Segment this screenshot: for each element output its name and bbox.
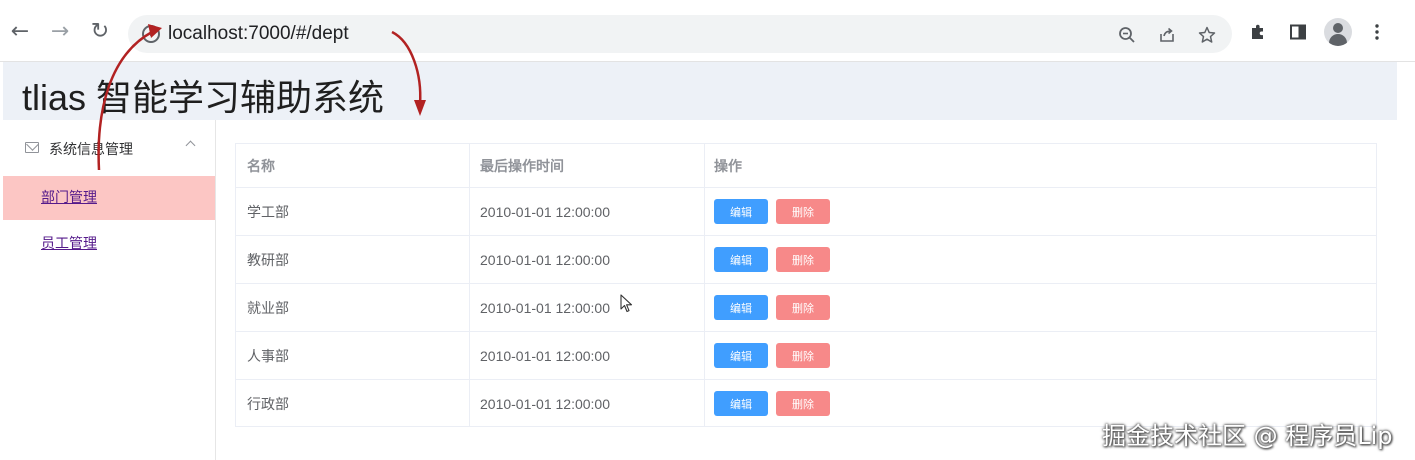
delete-button[interactable]: 删除 <box>776 247 830 272</box>
side-panel-icon[interactable] <box>1286 20 1310 44</box>
delete-button[interactable]: 删除 <box>776 199 830 224</box>
cell-actions: 编辑 删除 <box>705 284 1376 331</box>
sidebar-link-dept[interactable]: 部门管理 <box>41 187 97 207</box>
app-header: tlias 智能学习辅助系统 <box>3 62 1397 120</box>
header-actions: 操作 <box>714 158 742 175</box>
watermark: 掘金技术社区 @ 程序员Lip <box>1102 422 1393 450</box>
delete-button[interactable]: 删除 <box>776 391 830 416</box>
avatar-body <box>1329 34 1347 46</box>
dept-table: 名称 最后操作时间 操作 学工部 2010-01-01 12:00:00 编辑 … <box>235 143 1377 427</box>
address-bar[interactable]: i localhost:7000/#/dept <box>128 15 1232 53</box>
cell-name: 就业部 <box>236 284 470 331</box>
sidebar-item-emp[interactable]: 员工管理 <box>3 222 215 266</box>
app-title: tlias 智能学习辅助系统 <box>22 77 385 118</box>
browser-toolbar: ← → ↻ i localhost:7000/#/dept <box>0 0 1415 62</box>
cell-actions: 编辑 删除 <box>705 188 1376 235</box>
mouse-cursor-icon <box>620 294 633 313</box>
url-text[interactable]: localhost:7000/#/dept <box>168 23 349 45</box>
extensions-puzzle-icon[interactable] <box>1246 20 1270 44</box>
kebab-menu-icon[interactable] <box>1365 20 1389 44</box>
avatar-head <box>1333 23 1343 33</box>
sidebar-link-emp[interactable]: 员工管理 <box>41 233 97 253</box>
sidebar-menu: 系统信息管理 部门管理 员工管理 <box>3 120 216 460</box>
table-row: 学工部 2010-01-01 12:00:00 编辑 删除 <box>236 188 1376 236</box>
cell-time: 2010-01-01 12:00:00 <box>470 332 705 379</box>
bookmark-star-icon[interactable] <box>1196 24 1218 46</box>
chevron-up-icon <box>185 140 196 151</box>
submenu-label: 系统信息管理 <box>49 142 133 158</box>
table-row: 就业部 2010-01-01 12:00:00 编辑 删除 <box>236 284 1376 332</box>
screen: ← → ↻ i localhost:7000/#/dept tlias 智能学习… <box>0 0 1415 460</box>
table-row: 人事部 2010-01-01 12:00:00 编辑 删除 <box>236 332 1376 380</box>
delete-button[interactable]: 删除 <box>776 295 830 320</box>
profile-avatar[interactable] <box>1324 18 1352 46</box>
reload-icon[interactable]: ↻ <box>88 20 112 44</box>
edit-button[interactable]: 编辑 <box>714 199 768 224</box>
table-header-row: 名称 最后操作时间 操作 <box>236 144 1376 188</box>
forward-arrow-icon[interactable]: → <box>48 20 72 44</box>
delete-button[interactable]: 删除 <box>776 343 830 368</box>
back-arrow-icon[interactable]: ← <box>8 20 32 44</box>
edit-button[interactable]: 编辑 <box>714 391 768 416</box>
cell-name: 行政部 <box>236 380 470 427</box>
cell-time: 2010-01-01 12:00:00 <box>470 380 705 427</box>
share-icon[interactable] <box>1156 24 1178 46</box>
header-name: 名称 <box>236 144 470 187</box>
edit-button[interactable]: 编辑 <box>714 295 768 320</box>
edit-button[interactable]: 编辑 <box>714 343 768 368</box>
mail-icon <box>25 142 39 153</box>
cell-time: 2010-01-01 12:00:00 <box>470 188 705 235</box>
cell-time: 2010-01-01 12:00:00 <box>470 284 705 331</box>
site-info-icon[interactable]: i <box>142 25 160 43</box>
table-row: 教研部 2010-01-01 12:00:00 编辑 删除 <box>236 236 1376 284</box>
edit-button[interactable]: 编辑 <box>714 247 768 272</box>
sidebar-item-dept[interactable]: 部门管理 <box>3 176 215 220</box>
cell-name: 学工部 <box>236 188 470 235</box>
submenu-system-info[interactable]: 系统信息管理 <box>3 128 215 172</box>
zoom-icon[interactable] <box>1116 24 1138 46</box>
cell-time: 2010-01-01 12:00:00 <box>470 236 705 283</box>
header-time: 最后操作时间 <box>470 144 705 187</box>
cell-actions: 编辑 删除 <box>705 332 1376 379</box>
cell-name: 人事部 <box>236 332 470 379</box>
cell-actions: 编辑 删除 <box>705 236 1376 283</box>
cell-name: 教研部 <box>236 236 470 283</box>
